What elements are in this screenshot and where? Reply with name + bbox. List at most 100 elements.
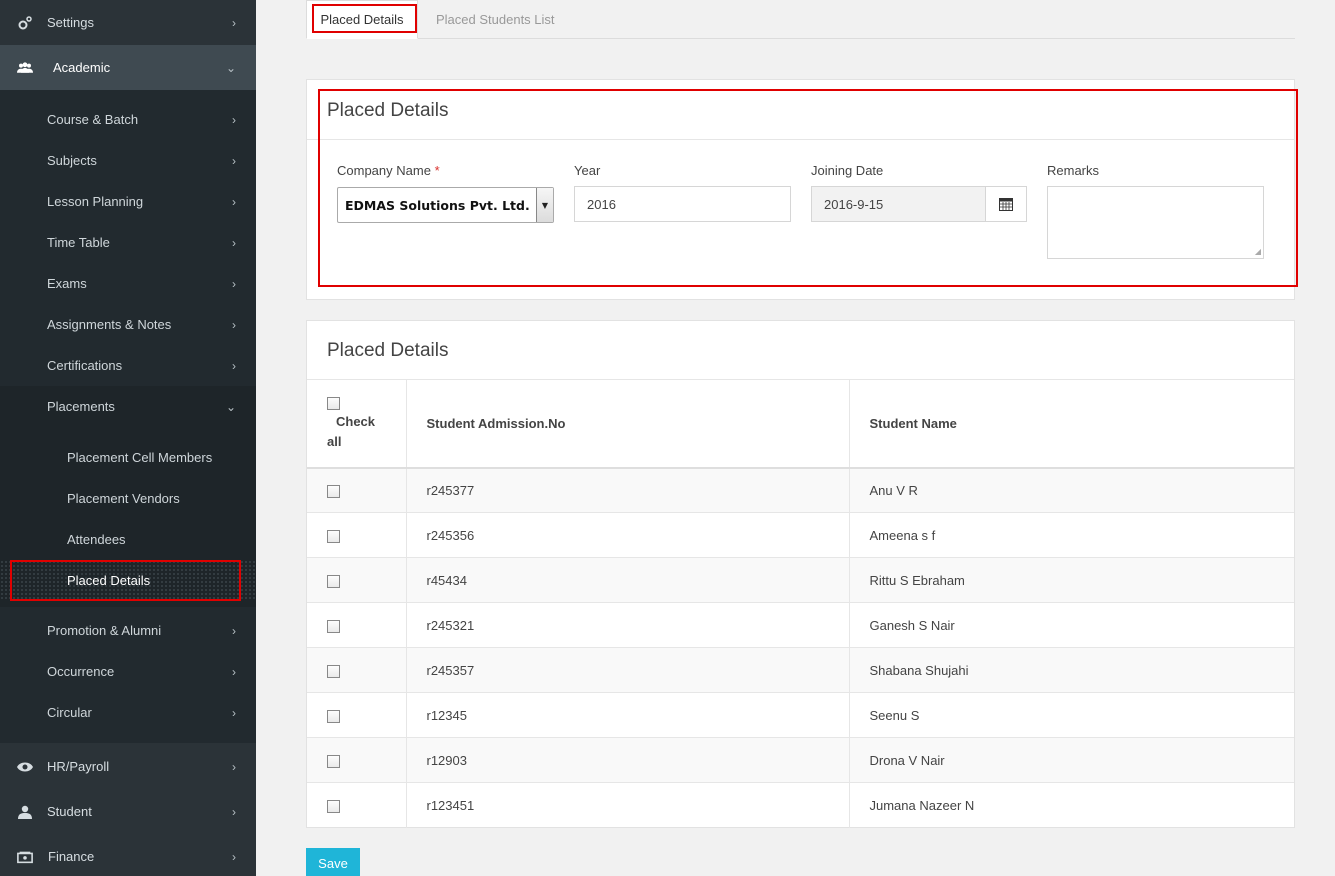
chevron-right-icon: › [232, 276, 236, 291]
sidebar-item-student[interactable]: Student › [0, 789, 256, 834]
check-all-header: Check all [307, 379, 407, 469]
highlight-box [318, 89, 1298, 287]
table-row: r45434 Rittu S Ebraham [307, 557, 1294, 603]
sidebar-item-label: Certifications [47, 358, 123, 373]
sidebar-item-exams[interactable]: Exams › [0, 263, 256, 304]
user-icon [17, 804, 33, 820]
row-checkbox[interactable] [327, 529, 340, 543]
main-content: Placed Details Placed Students List Plac… [256, 0, 1335, 876]
sidebar-item-hr-payroll[interactable]: HR/Payroll › [0, 744, 256, 789]
placed-details-list-panel: Placed Details Check all Student Admissi… [306, 320, 1295, 828]
admission-no-cell: r123451 [406, 782, 850, 828]
eye-icon [17, 759, 33, 775]
table-row: r245357 Shabana Shujahi [307, 647, 1294, 693]
sidebar-item-placements[interactable]: Placements ⌄ [0, 386, 256, 427]
sidebar-item-finance[interactable]: Finance › [0, 834, 256, 876]
chevron-right-icon: › [232, 358, 236, 373]
tab-bar: Placed Details Placed Students List [306, 0, 1295, 39]
table-row: r245321 Ganesh S Nair [307, 602, 1294, 648]
sidebar-item-label: Lesson Planning [47, 194, 144, 209]
chevron-right-icon: › [232, 664, 236, 679]
row-checkbox-cell [307, 737, 407, 783]
save-button[interactable]: Save [306, 848, 360, 876]
sidebar-item-label: Settings [47, 15, 94, 30]
admission-no-cell: r12345 [406, 692, 850, 738]
money-icon [17, 849, 33, 865]
admission-no-cell: r245356 [406, 512, 850, 558]
sidebar-item-label: Finance [48, 849, 95, 864]
sidebar-item-lesson-planning[interactable]: Lesson Planning › [0, 181, 256, 222]
chevron-right-icon: › [232, 194, 236, 209]
row-checkbox[interactable] [327, 709, 340, 723]
check-all-label: Check all [327, 413, 376, 449]
student-name-cell: Shabana Shujahi [849, 647, 1294, 693]
sidebar-item-time-table[interactable]: Time Table › [0, 222, 256, 263]
highlight-box [312, 4, 417, 33]
row-checkbox-cell [307, 692, 407, 738]
table-row: r123451 Jumana Nazeer N [307, 782, 1294, 828]
sidebar-item-placement-cell-members[interactable]: Placement Cell Members [0, 437, 256, 478]
table-row: r12345 Seenu S [307, 692, 1294, 738]
row-checkbox[interactable] [327, 619, 340, 633]
table-row: r12903 Drona V Nair [307, 737, 1294, 783]
sidebar-item-label: Time Table [47, 235, 110, 250]
row-checkbox[interactable] [327, 484, 340, 498]
sidebar-item-label: Attendees [67, 532, 126, 547]
student-name-cell: Ganesh S Nair [849, 602, 1294, 648]
row-checkbox[interactable] [327, 574, 340, 588]
sidebar-item-label: Occurrence [47, 664, 115, 679]
row-checkbox-cell [307, 602, 407, 648]
sidebar-item-label: Subjects [47, 153, 97, 168]
sidebar-item-label: Placement Vendors [67, 491, 180, 506]
student-name-header: Student Name [849, 379, 1294, 469]
row-checkbox-cell [307, 512, 407, 558]
chevron-down-icon: ⌄ [225, 60, 236, 75]
sidebar-item-settings[interactable]: Settings › [0, 0, 256, 45]
chevron-right-icon: › [232, 112, 236, 127]
row-checkbox-cell [307, 782, 407, 828]
student-name-cell: Jumana Nazeer N [849, 782, 1294, 828]
sidebar-item-assignments-notes[interactable]: Assignments & Notes › [0, 304, 256, 345]
sidebar: Settings › Academic ⌄ Course & Batch › Su… [0, 0, 256, 876]
sidebar-item-certifications[interactable]: Certifications › [0, 345, 256, 386]
row-checkbox[interactable] [327, 799, 340, 813]
table-header-row: Check all Student Admission.No Student N… [307, 379, 1294, 469]
chevron-right-icon: › [232, 804, 236, 819]
student-name-cell: Ameena s f [849, 512, 1294, 558]
sidebar-item-promotion-alumni[interactable]: Promotion & Alumni › [0, 610, 256, 651]
chevron-right-icon: › [232, 317, 236, 332]
chevron-right-icon: › [232, 705, 236, 720]
chevron-right-icon: › [232, 759, 236, 774]
row-checkbox-cell [307, 557, 407, 603]
tab-placed-students-list[interactable]: Placed Students List [436, 0, 555, 39]
sidebar-item-placement-vendors[interactable]: Placement Vendors [0, 478, 256, 519]
sidebar-item-attendees[interactable]: Attendees [0, 519, 256, 560]
chevron-down-icon: ⌄ [225, 399, 236, 414]
users-icon [17, 60, 33, 76]
admission-no-cell: r245377 [406, 467, 850, 513]
sidebar-item-circular[interactable]: Circular › [0, 692, 256, 733]
students-table: Check all Student Admission.No Student N… [307, 379, 1294, 828]
sidebar-item-label: Placements [47, 399, 115, 414]
sidebar-item-label: Assignments & Notes [47, 317, 172, 332]
check-all-checkbox[interactable] [327, 396, 340, 410]
sidebar-item-label: Promotion & Alumni [47, 623, 162, 638]
sidebar-item-course-batch[interactable]: Course & Batch › [0, 99, 256, 140]
sidebar-item-subjects[interactable]: Subjects › [0, 140, 256, 181]
chevron-right-icon: › [232, 849, 236, 864]
sidebar-item-academic[interactable]: Academic ⌄ [0, 45, 256, 90]
admission-no-cell: r245357 [406, 647, 850, 693]
row-checkbox[interactable] [327, 664, 340, 678]
sidebar-item-occurrence[interactable]: Occurrence › [0, 651, 256, 692]
table-row: r245356 Ameena s f [307, 512, 1294, 558]
highlight-box [10, 560, 241, 601]
chevron-right-icon: › [232, 153, 236, 168]
row-checkbox-cell [307, 647, 407, 693]
row-checkbox[interactable] [327, 754, 340, 768]
sidebar-item-label: Student [47, 804, 92, 819]
panel-title: Placed Details [327, 340, 449, 361]
chevron-right-icon: › [232, 623, 236, 638]
sidebar-item-label: Exams [47, 276, 87, 291]
admission-no-cell: r245321 [406, 602, 850, 648]
row-checkbox-cell [307, 467, 407, 513]
